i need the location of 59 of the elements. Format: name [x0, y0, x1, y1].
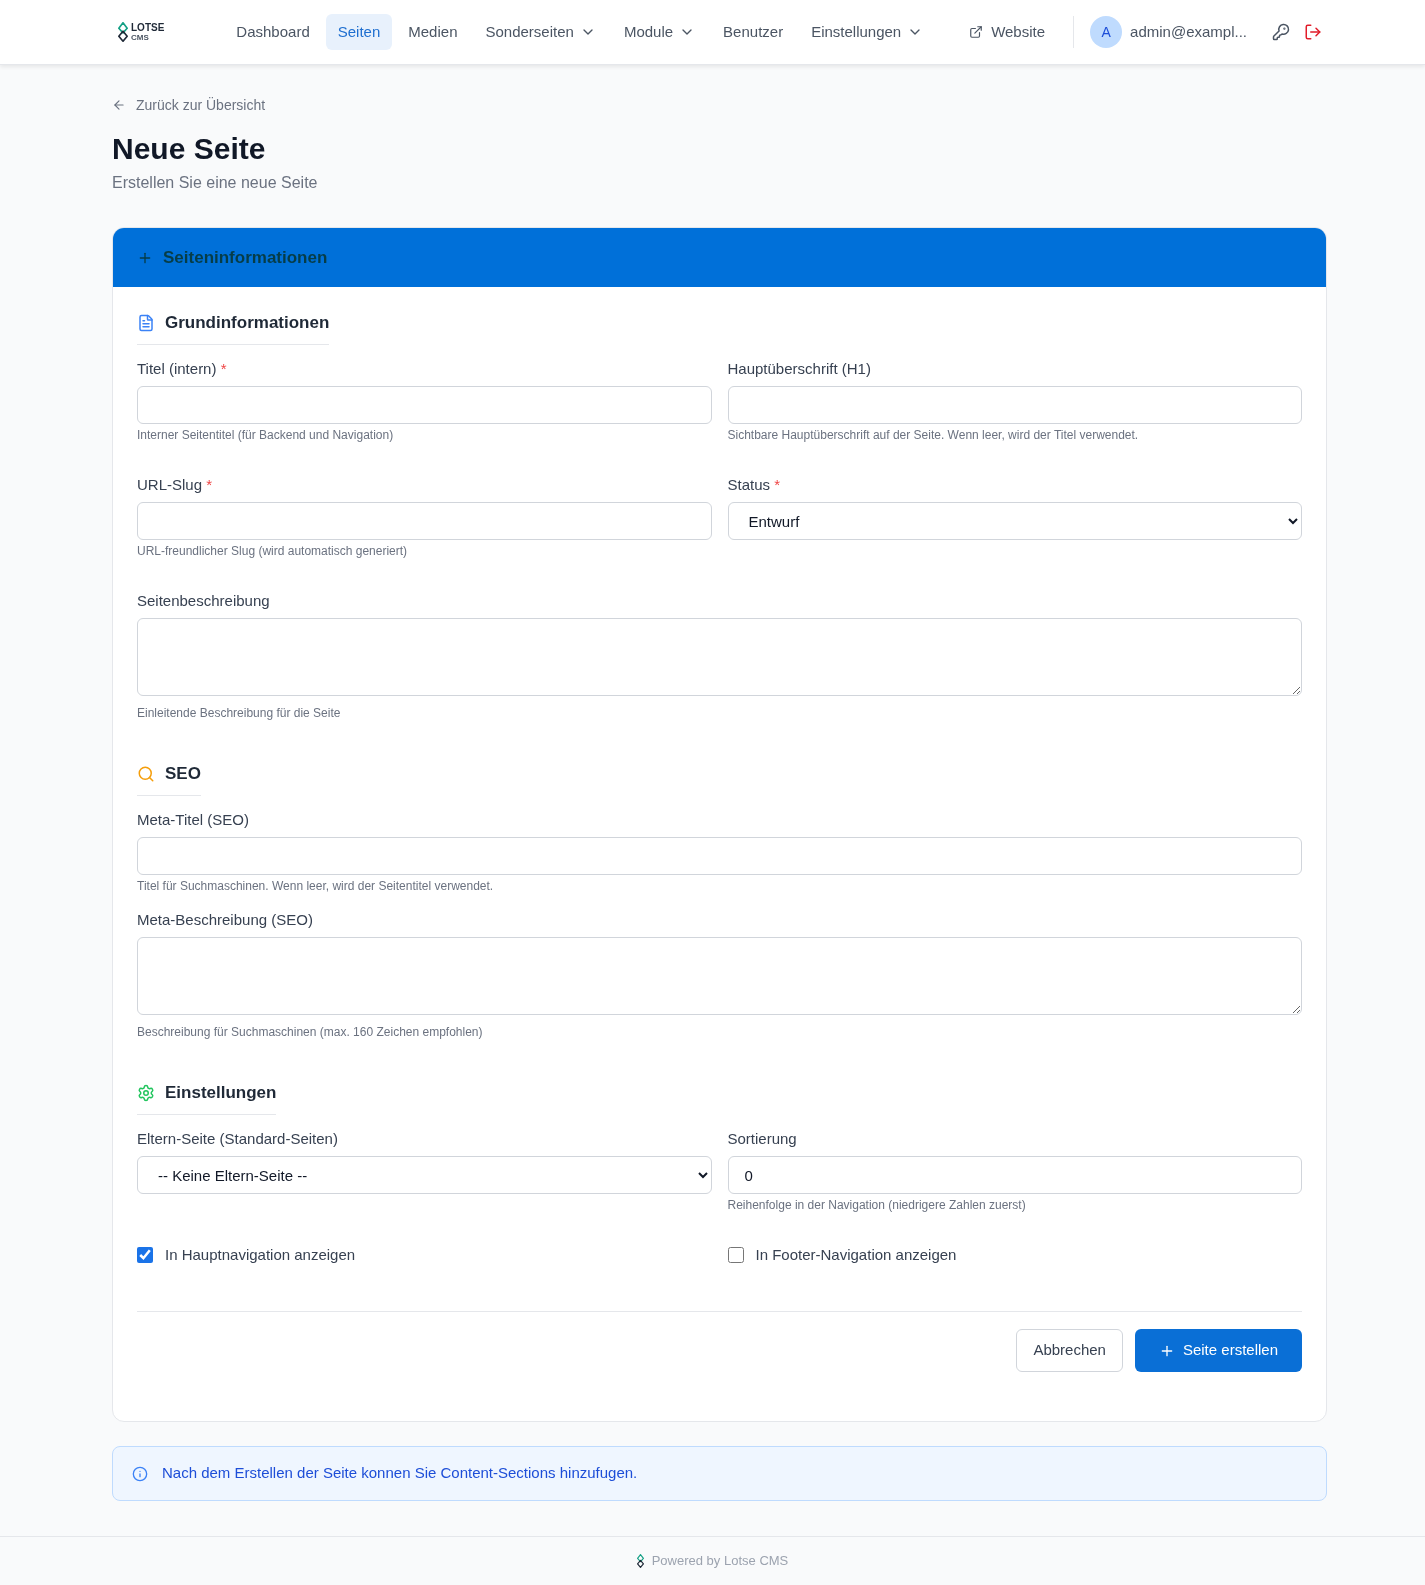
select-field[interactable]: -- Keine Eltern-Seite -- — [137, 1156, 712, 1194]
help-text: Reihenfolge in der Navigation (niedrigere Zahlen zuerst) — [727, 1197, 1026, 1213]
field-label: Titel (intern) * — [137, 359, 227, 379]
nav-item[interactable]: Module — [611, 14, 708, 50]
checkbox[interactable] — [727, 1247, 744, 1263]
checkbox-label: In Hauptnavigation anzeigen — [165, 1245, 356, 1265]
select-field[interactable]: Entwurf — [727, 502, 1302, 540]
textarea-field[interactable] — [137, 618, 1302, 696]
field-label: Sortierung — [727, 1129, 797, 1149]
page-subtitle: Erstellen Sie eine neue Seite — [112, 173, 318, 193]
nav-item[interactable]: Seiten — [325, 14, 393, 50]
user-email: admin@exampl... — [1130, 21, 1247, 42]
create-page-button[interactable]: Seite erstellen — [1134, 1329, 1302, 1372]
textarea-field[interactable] — [137, 937, 1302, 1015]
card-title: Seiteninformationen — [163, 246, 328, 269]
field-label: Status * — [727, 475, 781, 495]
section-title: Grundinformationen — [165, 312, 330, 334]
nav-item[interactable]: Benutzer — [711, 14, 796, 50]
logo[interactable]: LOTSE CMS — [118, 22, 165, 42]
help-text: URL-freundlicher Slug (wird automatisch generiert) — [137, 543, 408, 559]
checkbox[interactable] — [137, 1247, 153, 1263]
field-label: Hauptüberschrift (H1) — [727, 359, 871, 379]
input-field[interactable] — [137, 386, 712, 424]
help-text: Titel für Suchmaschinen. Wenn leer, wird der Seitentitel verwendet. — [137, 878, 494, 894]
logo-text: LOTSE — [131, 22, 165, 33]
nav-item[interactable]: Dashboard — [224, 14, 322, 50]
diamond-logo-icon — [118, 22, 128, 42]
avatar[interactable]: A — [1090, 16, 1123, 48]
field-label: Eltern-Seite (Standard-Seiten) — [137, 1129, 338, 1149]
external-link-icon — [969, 25, 984, 39]
section-title: Einstellungen — [165, 1082, 277, 1104]
checkbox-label: In Footer-Navigation anzeigen — [755, 1245, 957, 1265]
footer-text: Powered by Lotse CMS — [651, 1552, 789, 1571]
nav-item[interactable]: Medien — [396, 14, 470, 50]
website-link[interactable]: Website — [957, 20, 1058, 44]
input-field[interactable] — [727, 386, 1302, 424]
logout-icon — [1304, 23, 1322, 41]
help-text: Beschreibung für Suchmaschinen (max. 160 Zeichen empfohlen) — [137, 1024, 483, 1040]
field-label: Meta-Titel (SEO) — [137, 810, 249, 830]
cancel-button[interactable]: Abbrechen — [1016, 1329, 1123, 1372]
back-link[interactable]: Zurück zur Übersicht — [112, 95, 266, 115]
input-field[interactable] — [137, 837, 1302, 875]
nav-item[interactable]: Einstellungen — [799, 14, 936, 50]
section-title: SEO — [165, 763, 201, 785]
help-text: Interner Seitentitel (für Backend und Navigation) — [137, 427, 394, 443]
info-text: Nach dem Erstellen der Seite konnen Sie Content-Sections hinzufugen. — [162, 1463, 638, 1484]
diamond-logo-icon — [636, 1554, 644, 1568]
page-title: Neue Seite — [112, 131, 266, 167]
help-text: Einleitende Beschreibung für die Seite — [137, 705, 341, 721]
key-icon — [1272, 23, 1290, 41]
help-text: Sichtbare Hauptüberschrift auf der Seite. Wenn leer, wird der Titel verwendet. — [727, 427, 1139, 443]
nav-item[interactable]: Sonderseiten — [473, 14, 608, 50]
logo-tagline: CMS — [131, 33, 150, 42]
field-label: Seitenbeschreibung — [137, 591, 270, 611]
input-field[interactable] — [137, 502, 712, 540]
field-label: Meta-Beschreibung (SEO) — [137, 910, 313, 930]
info-icon — [132, 1465, 148, 1482]
field-label: URL-Slug * — [137, 475, 213, 495]
input-field[interactable]: 0 — [727, 1156, 1302, 1194]
